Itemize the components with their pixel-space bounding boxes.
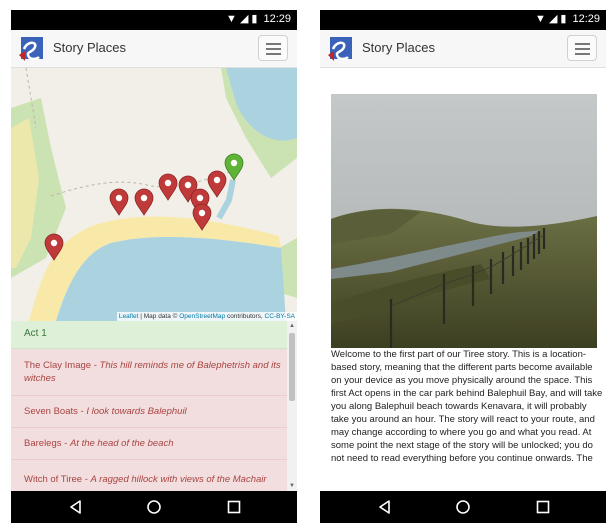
app-title: Story Places [362, 40, 435, 55]
recents-icon[interactable] [534, 498, 552, 516]
scrollbar-thumb[interactable] [289, 333, 295, 401]
android-nav-bar [11, 491, 297, 523]
menu-bar-icon [575, 43, 590, 45]
map-tiles[interactable] [11, 68, 297, 321]
home-icon[interactable] [454, 498, 472, 516]
list-item-description: I look towards Balephuil [86, 406, 187, 417]
list-item[interactable]: Seven Boats - I look towards Balephuil [11, 396, 297, 428]
attribution-contributors: contributors, [225, 313, 265, 320]
openstreetmap-link[interactable]: OpenStreetMap [179, 313, 225, 320]
leaflet-link[interactable]: Leaflet [119, 313, 139, 320]
attribution-separator: | Map data © [138, 313, 180, 320]
app-title: Story Places [53, 40, 126, 55]
menu-bar-icon [575, 53, 590, 55]
menu-bar-icon [266, 53, 281, 55]
list-item[interactable]: Witch of Tiree - A ragged hillock with v… [11, 460, 297, 491]
app-bar: Story Places [11, 30, 297, 68]
status-time: 12:29 [263, 13, 291, 25]
battery-icon: ▮ [251, 13, 258, 25]
list-item-separator: - [61, 438, 70, 449]
menu-button[interactable] [567, 35, 597, 61]
list-item-text: The Clay Image - This hill reminds me of… [24, 359, 284, 385]
signal-icon: ◢ [239, 13, 249, 25]
list-item-text: Barelegs - At the head of the beach [24, 437, 173, 450]
menu-bar-icon [575, 48, 590, 50]
list-item-title: Witch of Tiree [24, 474, 83, 485]
battery-icon: ▮ [560, 13, 567, 25]
app-bar: Story Places [320, 30, 606, 68]
status-icons: ▼ ◢ ▮ 12:29 [226, 12, 291, 26]
status-bar: ▼ ◢ ▮ 12:29 [320, 10, 606, 30]
signal-icon: ◢ [548, 13, 558, 25]
story-places-logo-icon[interactable] [15, 33, 47, 65]
wifi-icon: ▼ [535, 13, 546, 25]
home-icon[interactable] [145, 498, 163, 516]
menu-button[interactable] [258, 35, 288, 61]
wifi-icon: ▼ [226, 13, 237, 25]
story-list: Act 1 The Clay Image - This hill reminds… [11, 321, 297, 491]
menu-bar-icon [266, 48, 281, 50]
list-item-title: Seven Boats [24, 406, 78, 417]
landscape-photo [331, 94, 597, 348]
back-icon[interactable] [67, 498, 85, 516]
story-places-logo-icon[interactable] [324, 33, 356, 65]
back-icon[interactable] [376, 498, 394, 516]
list-item-description: At the head of the beach [69, 438, 174, 449]
list-item-title: Barelegs [24, 438, 62, 449]
list-item-text: Witch of Tiree - A ragged hillock with v… [24, 473, 267, 486]
menu-bar-icon [266, 43, 281, 45]
scroll-up-arrow-icon[interactable]: ▲ [289, 323, 295, 329]
status-time: 12:29 [572, 13, 600, 25]
list-item-text: Seven Boats - I look towards Balephuil [24, 405, 187, 418]
license-link[interactable]: CC-BY-SA [265, 313, 295, 320]
list-item-title: The Clay Image [24, 360, 92, 371]
map-view[interactable]: Leaflet | Map data © OpenStreetMap contr… [11, 68, 297, 321]
story-photo [331, 94, 597, 348]
list-item[interactable]: Barelegs - At the head of the beach [11, 428, 297, 460]
list-item[interactable]: The Clay Image - This hill reminds me of… [11, 349, 297, 396]
phone-map-screen: ▼ ◢ ▮ 12:29 Story Places Leaflet | Map d… [11, 10, 297, 523]
list-item-separator: - [82, 474, 91, 485]
status-icons: ▼ ◢ ▮ 12:29 [535, 12, 600, 26]
list-scrollbar[interactable]: ▲ ▼ [287, 321, 297, 491]
list-item-description: A ragged hillock with views of the Macha… [90, 474, 267, 485]
act-header: Act 1 [11, 321, 297, 349]
story-intro-text: Welcome to the first part of our Tiree s… [331, 349, 603, 464]
phone-story-screen: ▼ ◢ ▮ 12:29 Story Places Welcome to the … [320, 10, 606, 523]
android-nav-bar [320, 491, 606, 523]
status-bar: ▼ ◢ ▮ 12:29 [11, 10, 297, 30]
list-item-separator: - [91, 360, 100, 371]
recents-icon[interactable] [225, 498, 243, 516]
map-attribution: Leaflet | Map data © OpenStreetMap contr… [116, 312, 297, 321]
scroll-down-arrow-icon[interactable]: ▼ [289, 483, 295, 489]
